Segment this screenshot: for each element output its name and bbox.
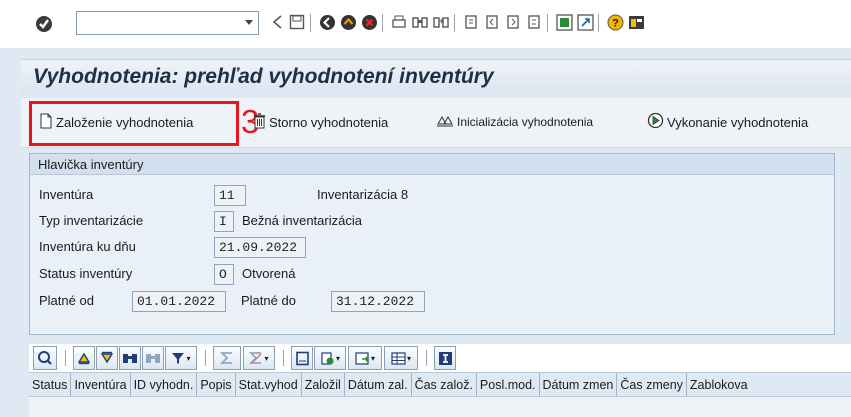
- column-header-locked[interactable]: Zablokova: [687, 373, 751, 396]
- status-label: Status inventúry: [39, 266, 133, 281]
- create-evaluation-label: Založenie vyhodnotenia: [56, 114, 194, 130]
- type-label: Typ inventarizácie: [39, 213, 144, 228]
- details-icon[interactable]: [33, 346, 57, 370]
- toolbar-separator: [310, 14, 311, 32]
- first-page-icon[interactable]: [462, 13, 480, 31]
- chevron-down-icon[interactable]: [242, 15, 256, 31]
- enter-icon[interactable]: [34, 14, 54, 34]
- keydate-label: Inventúra ku dňu: [39, 239, 136, 254]
- find-icon[interactable]: [411, 13, 429, 31]
- system-toolbar: ?: [0, 0, 851, 48]
- exit-icon[interactable]: [339, 13, 357, 31]
- print-icon[interactable]: [390, 13, 408, 31]
- column-header-last-modified[interactable]: Posl.mod.: [477, 373, 540, 396]
- inventory-description: Inventarizácia 8: [317, 187, 409, 202]
- inventory-header-group: Hlavička inventúry Inventúra 11 Inventar…: [29, 153, 835, 335]
- page-title: Vyhodnotenia: prehľad vyhodnotení invent…: [33, 65, 494, 88]
- column-header-description[interactable]: Popis: [197, 373, 236, 396]
- inventory-label: Inventúra: [39, 187, 94, 202]
- column-header-created-date[interactable]: Dátum zal.: [345, 373, 412, 396]
- sort-ascending-icon[interactable]: [73, 346, 95, 370]
- cancel-icon[interactable]: [360, 13, 378, 31]
- column-header-inventory[interactable]: Inventúra: [71, 373, 131, 396]
- export-icon[interactable]: ▾: [314, 346, 346, 370]
- application-toolbar: Založenie vyhodnotenia 3 Storno vyhodnot…: [21, 98, 851, 148]
- layout-change-icon[interactable]: ▾: [384, 346, 418, 370]
- title-bar: Vyhodnotenia: prehľad vyhodnotení invent…: [21, 59, 851, 94]
- help-icon[interactable]: ?: [606, 13, 624, 31]
- execute-icon: [647, 112, 664, 132]
- subtotal-icon[interactable]: ▾: [243, 346, 275, 370]
- find-next-icon[interactable]: [142, 346, 164, 370]
- toolbar-separator: [454, 14, 455, 32]
- valid-to-field[interactable]: 31.12.2022: [331, 291, 425, 312]
- back-green-icon[interactable]: [318, 13, 336, 31]
- valid-from-label: Platné od: [39, 293, 94, 308]
- alv-separator: [283, 350, 284, 366]
- column-header-created-by[interactable]: Založil: [302, 373, 345, 396]
- inventory-field[interactable]: 11: [214, 185, 246, 206]
- find-icon[interactable]: [119, 346, 141, 370]
- group-title: Hlavička inventúry: [30, 154, 834, 175]
- next-page-icon[interactable]: [504, 13, 522, 31]
- grid-header: Status Inventúra ID vyhodn. Popis Stat.v…: [29, 372, 851, 397]
- initialize-icon: [436, 114, 454, 131]
- execute-evaluation-button[interactable]: Vykonanie vyhodnotenia: [647, 110, 808, 134]
- new-session-icon[interactable]: [555, 13, 573, 31]
- valid-to-label: Platné do: [241, 293, 296, 308]
- column-header-evaluation-status[interactable]: Stat.vyhod: [236, 373, 302, 396]
- execute-evaluation-label: Vykonanie vyhodnotenia: [667, 114, 809, 130]
- trash-icon: [253, 112, 266, 132]
- status-description: Otvorená: [242, 266, 296, 281]
- alv-toolbar: ▾ ▾ ▾ ▾ ▾: [29, 344, 851, 372]
- column-header-created-time[interactable]: Čas založ.: [412, 373, 477, 396]
- create-evaluation-button[interactable]: Založenie vyhodnotenia: [39, 110, 193, 134]
- layout-select-icon[interactable]: ▾: [348, 346, 382, 370]
- cancel-evaluation-label: Storno vyhodnotenia: [269, 114, 389, 130]
- find-next-icon[interactable]: [432, 13, 450, 31]
- new-document-icon: [39, 113, 53, 132]
- type-description: Bežná inventarizácia: [242, 213, 362, 228]
- status-field[interactable]: O: [214, 264, 234, 285]
- back-icon[interactable]: [268, 13, 286, 31]
- sum-icon[interactable]: [213, 346, 241, 370]
- init-evaluation-label: Inicializácia vyhodnotenia: [457, 115, 594, 129]
- column-header-evaluation-id[interactable]: ID vyhodn.: [131, 373, 198, 396]
- info-icon[interactable]: [434, 346, 456, 370]
- print-preview-icon[interactable]: [291, 346, 313, 370]
- column-header-changed-date[interactable]: Dátum zmen: [540, 373, 618, 396]
- valid-from-field[interactable]: 01.01.2022: [132, 291, 226, 312]
- toolbar-separator: [547, 14, 548, 32]
- layout-icon[interactable]: [627, 13, 645, 31]
- previous-page-icon[interactable]: [483, 13, 501, 31]
- shortcut-icon[interactable]: [576, 13, 594, 31]
- type-field[interactable]: I: [214, 211, 234, 232]
- command-field[interactable]: [76, 11, 259, 35]
- sort-descending-icon[interactable]: [96, 346, 118, 370]
- keydate-field[interactable]: 21.09.2022: [214, 237, 306, 258]
- column-header-status[interactable]: Status: [29, 373, 72, 396]
- svg-text:?: ?: [612, 17, 619, 29]
- last-page-icon[interactable]: [525, 13, 543, 31]
- alv-separator: [205, 350, 206, 366]
- column-header-changed-time[interactable]: Čas zmeny: [617, 373, 687, 396]
- toolbar-separator: [598, 14, 599, 32]
- filter-icon[interactable]: ▾: [165, 346, 197, 370]
- save-icon[interactable]: [288, 13, 306, 31]
- cancel-evaluation-button[interactable]: Storno vyhodnotenia: [253, 110, 388, 134]
- toolbar-separator: [382, 14, 383, 32]
- alv-separator: [426, 350, 427, 366]
- alv-separator: [65, 350, 66, 366]
- init-evaluation-button[interactable]: Inicializácia vyhodnotenia: [436, 110, 593, 134]
- grid-body: [29, 397, 851, 417]
